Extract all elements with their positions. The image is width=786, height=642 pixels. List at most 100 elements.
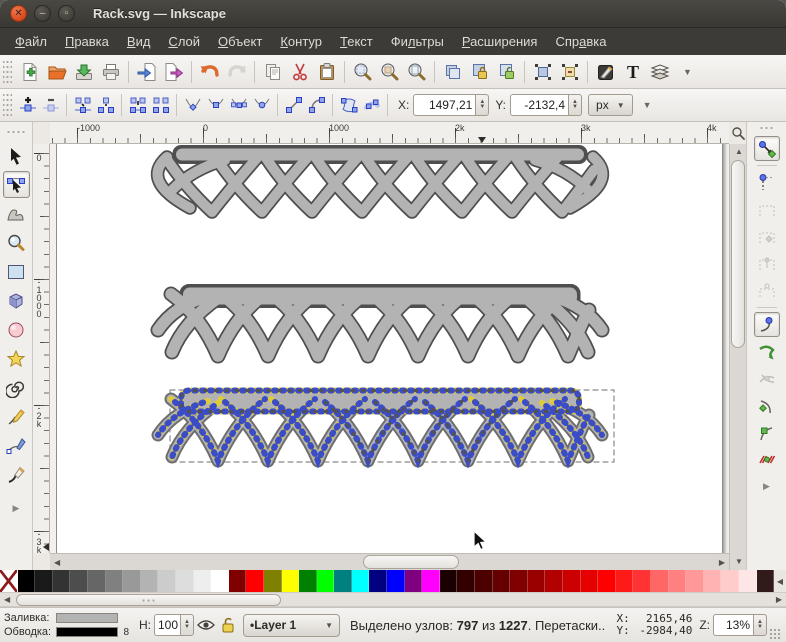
toolbar-grip[interactable] xyxy=(3,60,12,83)
palette-swatch[interactable] xyxy=(598,570,616,592)
snap-to-paths-icon[interactable] xyxy=(754,339,780,364)
palette-swatch[interactable] xyxy=(70,570,88,592)
zoom-tool[interactable] xyxy=(3,229,30,256)
palette-swatch[interactable] xyxy=(105,570,124,592)
palette-swatch[interactable] xyxy=(563,570,581,592)
toolbox-expander-arrow[interactable]: ▶ xyxy=(13,503,20,514)
menu-item[interactable]: Файл xyxy=(6,30,56,53)
zoom-input[interactable]: 13% xyxy=(713,614,753,636)
menu-item[interactable]: Вид xyxy=(118,30,160,53)
palette-swatch[interactable] xyxy=(193,570,212,592)
menu-item[interactable]: Справка xyxy=(546,30,615,53)
palette-swatch[interactable] xyxy=(175,570,194,592)
toolbar-overflow-arrow[interactable]: ▼ xyxy=(643,100,652,110)
snap-bbox-corners-icon[interactable] xyxy=(754,224,780,249)
palette-scroll-arrow[interactable]: ◀ xyxy=(774,570,786,592)
join-with-segment-icon[interactable] xyxy=(126,92,149,118)
node-symmetric-icon[interactable] xyxy=(227,92,250,118)
palette-scroll-right-arrow[interactable]: ▶ xyxy=(776,596,782,604)
insert-node-icon[interactable] xyxy=(16,92,39,118)
palette-swatch[interactable] xyxy=(668,570,687,592)
scroll-left-arrow[interactable]: ◀ xyxy=(54,559,60,567)
palette-swatch[interactable] xyxy=(686,570,704,592)
rectangle-tool[interactable] xyxy=(3,258,30,285)
palette-swatch[interactable] xyxy=(123,570,141,592)
spiral-tool[interactable] xyxy=(3,374,30,401)
palette-swatch[interactable] xyxy=(334,570,352,592)
cut-icon[interactable] xyxy=(286,59,313,85)
stroke-swatch[interactable] xyxy=(56,627,118,637)
selector-tool[interactable] xyxy=(3,142,30,169)
palette-swatch[interactable] xyxy=(580,570,599,592)
x-coordinate-spinner[interactable]: ▲ ▼ xyxy=(475,94,490,116)
ungroup-icon[interactable] xyxy=(556,59,583,85)
drawing-shapes[interactable] xyxy=(50,144,729,553)
vertical-ruler[interactable]: 0 -1000 -2k -3k xyxy=(33,144,50,553)
snap-bbox-edges-icon[interactable] xyxy=(754,197,780,222)
palette-swatch[interactable] xyxy=(87,570,106,592)
palette-swatch[interactable] xyxy=(0,570,18,592)
palette-swatch[interactable] xyxy=(738,570,757,592)
calligraphy-tool[interactable] xyxy=(3,461,30,488)
import-icon[interactable] xyxy=(133,59,160,85)
ellipse-tool[interactable] xyxy=(3,316,30,343)
zoom-spinner[interactable]: ▲ ▼ xyxy=(753,614,767,636)
palette-swatch[interactable] xyxy=(228,570,247,592)
palette-swatch[interactable] xyxy=(316,570,335,592)
palette-swatch[interactable] xyxy=(299,570,317,592)
node-editor-tool[interactable] xyxy=(2,171,30,198)
snap-nodes-icon[interactable] xyxy=(753,312,780,337)
palette-swatch[interactable] xyxy=(650,570,669,592)
snap-bounding-box-icon[interactable] xyxy=(754,170,780,195)
copy-icon[interactable] xyxy=(259,59,286,85)
toolbox-grip[interactable] xyxy=(6,130,26,135)
palette-scroll-thumb[interactable] xyxy=(16,594,281,606)
maximize-button[interactable]: ▫ xyxy=(58,5,75,22)
palette-swatch[interactable] xyxy=(756,570,775,592)
layer-dropdown[interactable]: •Layer 1 ▼ xyxy=(243,613,340,637)
star-tool[interactable] xyxy=(3,345,30,372)
snap-path-intersections-icon[interactable] xyxy=(754,366,780,391)
paste-icon[interactable] xyxy=(313,59,340,85)
palette-swatch[interactable] xyxy=(140,570,159,592)
scroll-right-arrow[interactable]: ▶ xyxy=(719,559,725,567)
palette-swatch[interactable] xyxy=(510,570,528,592)
print-icon[interactable] xyxy=(97,59,124,85)
snapbar-expander-arrow[interactable]: ▶ xyxy=(763,481,770,492)
menu-item[interactable]: Расширения xyxy=(453,30,547,53)
tweak-tool[interactable] xyxy=(3,200,30,227)
break-nodes-icon[interactable] xyxy=(94,92,117,118)
snap-bbox-edge-midpoints-icon[interactable] xyxy=(754,251,780,276)
palette-swatch[interactable] xyxy=(246,570,264,592)
layer-lock-icon[interactable] xyxy=(221,617,235,633)
snap-enable-icon[interactable] xyxy=(753,136,780,161)
segment-curve-icon[interactable] xyxy=(305,92,328,118)
palette-swatch[interactable] xyxy=(35,570,53,592)
palette-swatch[interactable] xyxy=(721,570,739,592)
horizontal-scrollbar[interactable]: ◀ ▶ xyxy=(50,553,729,570)
menu-item[interactable]: Объект xyxy=(209,30,271,53)
palette-scroll-left-arrow[interactable]: ◀ xyxy=(4,596,10,604)
menu-item[interactable]: Слой xyxy=(159,30,209,53)
window-resize-grip[interactable] xyxy=(769,628,781,640)
palette-swatch[interactable] xyxy=(457,570,476,592)
vertical-scrollbar[interactable]: ▲ ▼ xyxy=(729,144,746,570)
layer-visibility-icon[interactable] xyxy=(197,618,215,632)
node-smooth-icon[interactable] xyxy=(204,92,227,118)
menu-item[interactable]: Текст xyxy=(331,30,382,53)
palette-swatch[interactable] xyxy=(351,570,370,592)
snap-smooth-nodes-icon[interactable] xyxy=(754,420,780,445)
menu-item[interactable]: Фильтры xyxy=(382,30,453,53)
segment-line-icon[interactable] xyxy=(282,92,305,118)
document-open-icon[interactable] xyxy=(43,59,70,85)
menu-item[interactable]: Правка xyxy=(56,30,118,53)
vertical-scroll-thumb[interactable] xyxy=(731,160,745,348)
redo-icon[interactable] xyxy=(223,59,250,85)
pencil-tool[interactable] xyxy=(3,403,30,430)
box-3d-tool[interactable] xyxy=(3,287,30,314)
bezier-pen-tool[interactable] xyxy=(3,432,30,459)
stroke-to-path-icon[interactable] xyxy=(360,92,383,118)
snap-bbox-centers-icon[interactable] xyxy=(754,278,780,303)
palette-swatch[interactable] xyxy=(545,570,563,592)
y-coordinate-spinner[interactable]: ▲ ▼ xyxy=(568,94,583,116)
